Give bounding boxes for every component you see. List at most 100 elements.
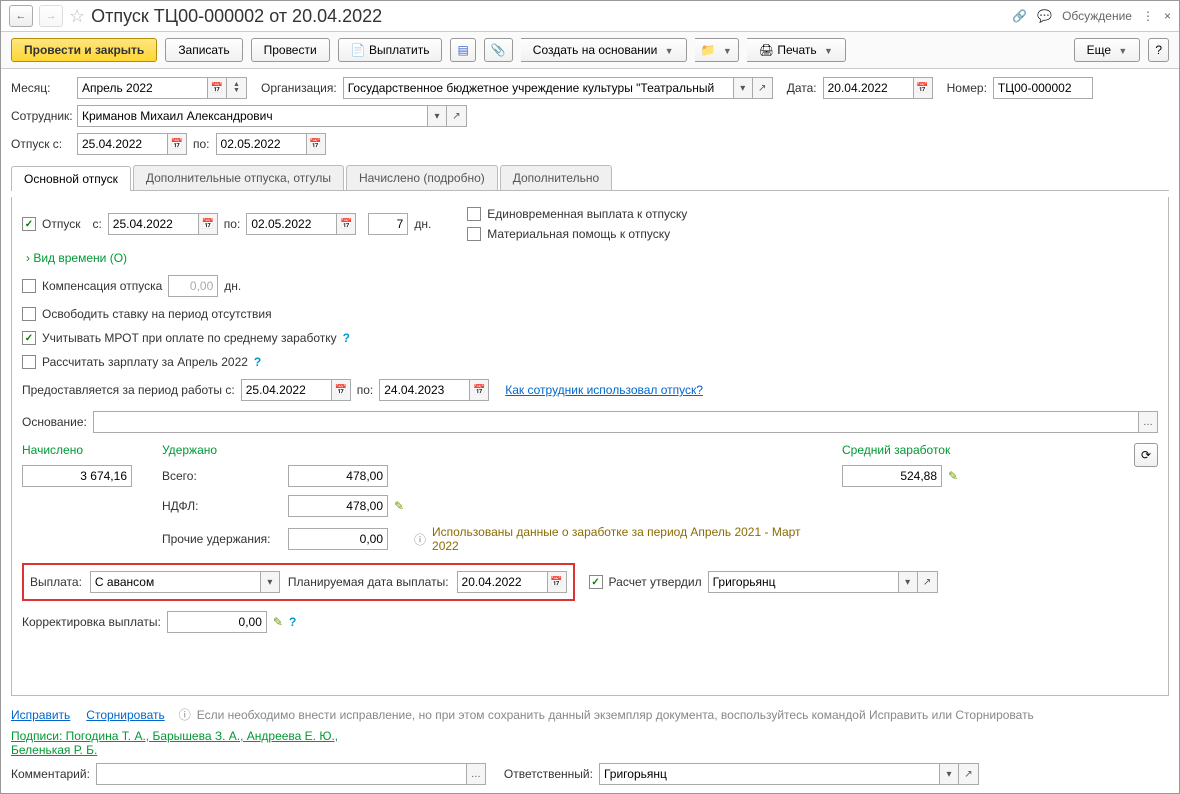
dropdown-icon[interactable]: ▾ — [260, 571, 280, 593]
fix-link[interactable]: Исправить — [11, 708, 70, 722]
help-icon[interactable]: ? — [254, 355, 261, 369]
close-icon[interactable]: × — [1164, 9, 1171, 23]
release-position-checkbox[interactable] — [22, 307, 36, 321]
period-to-input[interactable] — [379, 379, 469, 401]
accrued-input[interactable] — [22, 465, 132, 487]
discussion-label[interactable]: Обсуждение — [1062, 9, 1132, 23]
window-title: Отпуск ТЦ00-000002 от 20.04.2022 — [91, 6, 1006, 27]
avg-earnings-input[interactable] — [842, 465, 942, 487]
vacation-checkbox[interactable]: ✓ — [22, 217, 36, 231]
post-button[interactable]: Провести — [251, 38, 330, 62]
planned-date-label: Планируемая дата выплаты: — [288, 575, 449, 589]
help-icon[interactable]: ? — [289, 615, 296, 629]
calendar-icon[interactable]: 📅 — [547, 571, 567, 593]
correction-input[interactable] — [167, 611, 267, 633]
lump-sum-checkbox[interactable] — [467, 207, 481, 221]
pencil-icon[interactable]: ✎ — [394, 499, 404, 513]
compensation-label: Компенсация отпуска — [42, 279, 162, 293]
refresh-button[interactable]: ⟳ — [1134, 443, 1158, 467]
employee-input[interactable] — [77, 105, 427, 127]
favorite-star-icon[interactable]: ☆ — [69, 6, 85, 27]
open-external-icon[interactable]: ↗ — [959, 763, 979, 785]
date-label: Дата: — [787, 81, 817, 95]
calendar-icon[interactable]: 📅 — [198, 213, 218, 235]
pencil-icon[interactable]: ✎ — [273, 615, 283, 629]
to-label: по: — [193, 137, 210, 151]
tab-main-vacation[interactable]: Основной отпуск — [11, 166, 131, 191]
month-label: Месяц: — [11, 81, 71, 95]
compensation-checkbox[interactable] — [22, 279, 36, 293]
total-withheld-input[interactable] — [288, 465, 388, 487]
period-label: Предоставляется за период работы с: — [22, 383, 235, 397]
pay-button[interactable]: 📄 Выплатить — [338, 38, 443, 62]
stepper-icon[interactable]: ▲▼ — [227, 77, 247, 99]
month-input[interactable] — [77, 77, 207, 99]
vacation-to-input[interactable] — [216, 133, 306, 155]
related-docs-button[interactable]: 📁 ▼ — [695, 38, 739, 62]
accrued-header: Начислено — [22, 443, 132, 457]
number-input[interactable] — [993, 77, 1093, 99]
ellipsis-icon[interactable]: … — [466, 763, 486, 785]
tab-from-date-input[interactable] — [108, 213, 198, 235]
more-vertical-icon[interactable]: ⋮ — [1142, 9, 1154, 23]
approved-by-input[interactable] — [708, 571, 898, 593]
time-type-link[interactable]: Вид времени (О) — [26, 251, 1158, 265]
help-button[interactable]: ? — [1148, 38, 1169, 62]
doc-structure-button[interactable]: ▤ — [450, 38, 475, 62]
link-icon[interactable]: 🔗 — [1012, 9, 1027, 23]
save-button[interactable]: Записать — [165, 38, 242, 62]
more-button[interactable]: Еще ▼ — [1074, 38, 1141, 62]
calendar-icon[interactable]: 📅 — [469, 379, 489, 401]
calendar-icon[interactable]: 📅 — [336, 213, 356, 235]
reverse-link[interactable]: Сторнировать — [86, 708, 164, 722]
usage-link[interactable]: Как сотрудник использовал отпуск? — [505, 383, 703, 397]
ellipsis-icon[interactable]: … — [1138, 411, 1158, 433]
dropdown-icon[interactable]: ▾ — [939, 763, 959, 785]
calendar-icon[interactable]: 📅 — [207, 77, 227, 99]
material-aid-checkbox[interactable] — [467, 227, 481, 241]
calendar-icon[interactable]: 📅 — [913, 77, 933, 99]
calendar-icon[interactable]: 📅 — [167, 133, 187, 155]
dropdown-icon[interactable]: ▾ — [898, 571, 918, 593]
payment-type-input[interactable] — [90, 571, 260, 593]
ndfl-input[interactable] — [288, 495, 388, 517]
print-button[interactable]: 🖨 Печать ▼ — [747, 38, 846, 62]
mrot-checkbox[interactable]: ✓ — [22, 331, 36, 345]
calendar-icon[interactable]: 📅 — [331, 379, 351, 401]
period-from-input[interactable] — [241, 379, 331, 401]
nav-back-button[interactable]: ← — [9, 5, 33, 27]
basis-input[interactable] — [93, 411, 1138, 433]
planned-date-input[interactable] — [457, 571, 547, 593]
responsible-input[interactable] — [599, 763, 939, 785]
org-input[interactable] — [343, 77, 733, 99]
other-withheld-input[interactable] — [288, 528, 388, 550]
post-and-close-button[interactable]: Провести и закрыть — [11, 38, 157, 62]
dropdown-icon[interactable]: ▾ — [733, 77, 753, 99]
calendar-icon[interactable]: 📅 — [306, 133, 326, 155]
calc-salary-checkbox[interactable] — [22, 355, 36, 369]
date-input[interactable] — [823, 77, 913, 99]
compensation-input[interactable] — [168, 275, 218, 297]
responsible-label: Ответственный: — [504, 767, 593, 781]
days-input[interactable] — [368, 213, 408, 235]
tab-extra[interactable]: Дополнительно — [500, 165, 612, 190]
tab-additional-vacations[interactable]: Дополнительные отпуска, отгулы — [133, 165, 344, 190]
tab-accrued-details[interactable]: Начислено (подробно) — [346, 165, 498, 190]
signatures-link[interactable]: Подписи: Погодина Т. А., Барышева З. А.,… — [11, 729, 371, 757]
comment-input[interactable] — [96, 763, 466, 785]
discussion-icon[interactable]: 💬 — [1037, 9, 1052, 23]
tab-to-date-input[interactable] — [246, 213, 336, 235]
info-icon[interactable]: ⓘ — [179, 706, 191, 723]
vacation-from-input[interactable] — [77, 133, 167, 155]
create-based-button[interactable]: Создать на основании ▼ — [521, 38, 687, 62]
info-icon[interactable]: ⓘ — [414, 531, 426, 548]
open-external-icon[interactable]: ↗ — [918, 571, 938, 593]
open-external-icon[interactable]: ↗ — [753, 77, 773, 99]
attach-button[interactable]: 📎 — [484, 38, 513, 62]
nav-forward-button[interactable]: → — [39, 5, 63, 27]
open-external-icon[interactable]: ↗ — [447, 105, 467, 127]
approved-checkbox[interactable]: ✓ — [589, 575, 603, 589]
pencil-icon[interactable]: ✎ — [948, 469, 958, 483]
dropdown-icon[interactable]: ▾ — [427, 105, 447, 127]
help-icon[interactable]: ? — [343, 331, 350, 345]
